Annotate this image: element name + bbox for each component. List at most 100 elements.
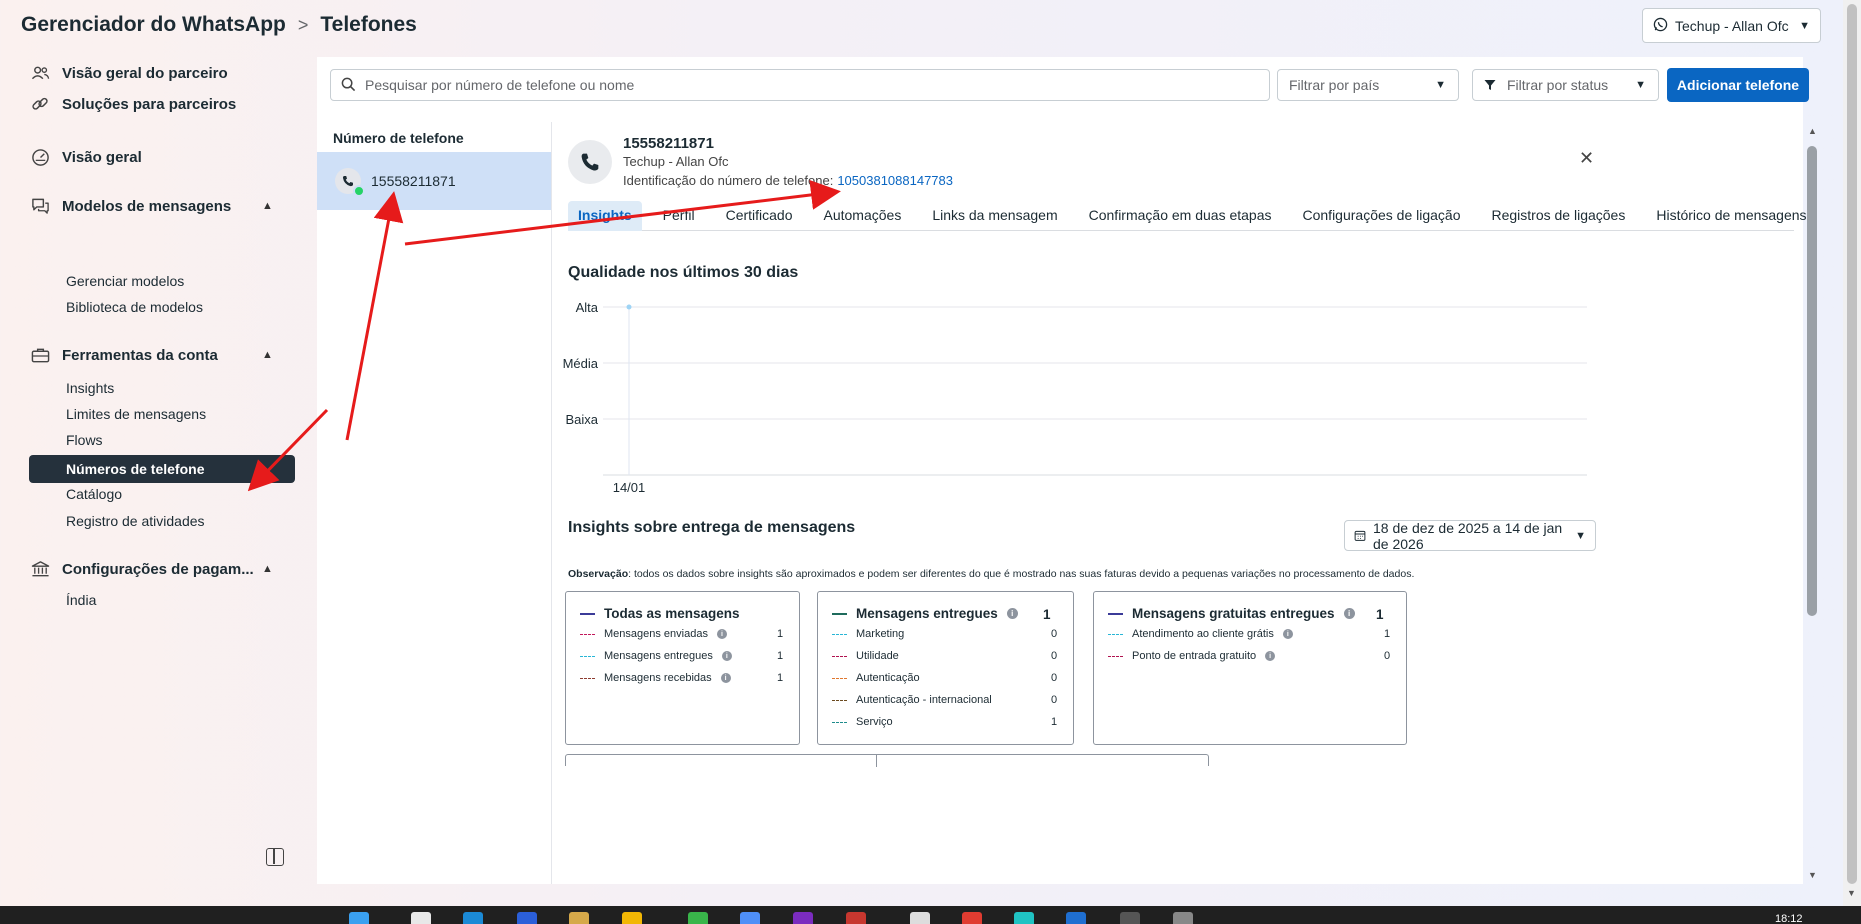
info-icon[interactable]: i — [720, 673, 731, 683]
window-scrollbar[interactable]: ▼ — [1843, 0, 1861, 906]
sidebar-item-india[interactable]: Índia — [66, 592, 96, 608]
app-icon[interactable] — [569, 912, 589, 924]
legend-dash — [1108, 633, 1123, 635]
sidebar-group-payment-settings[interactable]: Configurações de pagam... ▲ — [30, 559, 273, 579]
date-range-picker[interactable]: 18 de dez de 2025 a 14 de jan de 2026 ▼ — [1344, 519, 1596, 552]
tab-automations[interactable]: Automações — [814, 201, 912, 231]
sidebar-item-insights[interactable]: Insights — [66, 380, 114, 396]
window-scrollbar-thumb[interactable] — [1847, 4, 1857, 884]
briefcase-icon — [30, 345, 50, 365]
scroll-up-icon[interactable]: ▲ — [1808, 126, 1817, 136]
card-row-label: Serviço — [856, 716, 893, 728]
filter-status-select[interactable]: Filtrar por status ▼ — [1472, 69, 1659, 101]
sidebar-item-flows[interactable]: Flows — [66, 432, 103, 448]
card-row: Mensagens entregues i — [580, 650, 732, 662]
app-icon[interactable] — [1173, 912, 1193, 924]
app-icon[interactable] — [1066, 912, 1086, 924]
account-selector[interactable]: Techup - Allan Ofc ▼ — [1642, 8, 1821, 43]
sidebar-group-message-templates[interactable]: Modelos de mensagens ▲ — [30, 196, 273, 216]
tab-two-step-verification[interactable]: Confirmação em duas etapas — [1079, 201, 1282, 231]
legend-line — [580, 612, 595, 615]
legend-dash — [580, 677, 595, 679]
tab-profile[interactable]: Perfil — [653, 201, 705, 231]
caret-down-icon: ▼ — [1799, 19, 1810, 32]
detail-display-name: Techup - Allan Ofc — [623, 154, 729, 169]
app-icon[interactable] — [1014, 912, 1034, 924]
page-title: Telefones — [320, 13, 417, 36]
close-icon[interactable]: ✕ — [1579, 148, 1594, 169]
card-row: Atendimento ao cliente grátis i — [1108, 628, 1293, 640]
card-title: Todas as mensagens — [580, 606, 740, 621]
tab-message-links[interactable]: Links da mensagem — [922, 201, 1067, 231]
add-phone-button[interactable]: Adicionar telefone — [1667, 68, 1809, 102]
phone-list-item[interactable]: 15558211871 — [317, 152, 551, 210]
info-icon[interactable]: i — [1006, 608, 1018, 619]
legend-dash — [832, 721, 847, 723]
scroll-down-icon[interactable]: ▼ — [1847, 888, 1856, 898]
search-placeholder: Pesquisar por número de telefone ou nome — [365, 77, 635, 93]
sidebar-item-catalog[interactable]: Catálogo — [66, 486, 122, 502]
info-icon[interactable]: i — [1343, 608, 1355, 619]
breadcrumb-app-title[interactable]: Gerenciador do WhatsApp — [21, 13, 286, 37]
sidebar-group-account-tools[interactable]: Ferramentas da conta ▲ — [30, 345, 273, 365]
start-icon[interactable] — [349, 912, 369, 924]
sidebar-item-phone-numbers[interactable]: Números de telefone — [29, 455, 295, 483]
legend-line — [1108, 612, 1123, 615]
sidebar-item-overview[interactable]: Visão geral — [30, 147, 142, 167]
tab-call-settings[interactable]: Configurações de ligação — [1293, 201, 1471, 231]
detail-phone-number: 15558211871 — [623, 135, 714, 152]
taskbar-clock: 18:12 — [1775, 913, 1803, 924]
tab-certificate[interactable]: Certificado — [716, 201, 803, 231]
scroll-down-icon[interactable]: ▼ — [1808, 870, 1817, 880]
app-icon[interactable] — [910, 912, 930, 924]
info-icon[interactable]: i — [716, 629, 727, 639]
app-icon[interactable] — [740, 912, 760, 924]
sidebar-item-partner-overview[interactable]: Visão geral do parceiro — [30, 63, 228, 83]
legend-dash — [1108, 655, 1123, 657]
filter-country-select[interactable]: Filtrar por país ▼ — [1277, 69, 1459, 101]
card-row-value: 1 — [777, 628, 784, 640]
app-icon[interactable] — [517, 912, 537, 924]
card-row: Marketing — [832, 628, 904, 640]
content-scrollbar[interactable]: ▲ ▼ — [1805, 126, 1819, 882]
top-bar: Gerenciador do WhatsApp > Telefones Tech… — [0, 0, 1861, 50]
tab-call-logs[interactable]: Registros de ligações — [1482, 201, 1636, 231]
card-title-text: Mensagens entregues — [856, 606, 998, 621]
detail-phone-id-link[interactable]: 1050381088147783 — [837, 173, 953, 188]
tab-insights[interactable]: Insights — [568, 201, 642, 231]
chevron-up-icon: ▲ — [262, 563, 273, 575]
app-icon[interactable] — [688, 912, 708, 924]
app-icon[interactable] — [793, 912, 813, 924]
app-icon[interactable] — [1120, 912, 1140, 924]
card-row-value: 0 — [1051, 694, 1058, 706]
app-icon[interactable] — [411, 912, 431, 924]
sidebar-group-label: Modelos de mensagens — [62, 197, 232, 215]
sidebar-item-message-limits[interactable]: Limites de mensagens — [66, 406, 206, 422]
taskbar: 18:12 — [0, 906, 1861, 924]
legend-dash — [580, 633, 595, 635]
card-row: Autenticação - internacional — [832, 694, 992, 706]
sidebar-collapse-icon[interactable] — [266, 848, 284, 866]
info-icon[interactable]: i — [1282, 629, 1293, 639]
date-range-label: 18 de dez de 2025 a 14 de jan de 2026 — [1373, 519, 1563, 552]
card-row-value: 1 — [1051, 716, 1058, 728]
sidebar-item-manage-templates[interactable]: Gerenciar modelos — [66, 273, 184, 289]
info-icon[interactable]: i — [1265, 651, 1276, 661]
breadcrumb-separator: > — [297, 14, 309, 35]
filter-country-label: Filtrar por país — [1289, 77, 1380, 93]
app-icon[interactable] — [622, 912, 642, 924]
caret-down-icon: ▼ — [1635, 79, 1646, 91]
app-icon[interactable] — [463, 912, 483, 924]
chevron-up-icon: ▲ — [262, 349, 273, 361]
sidebar-item-activity-log[interactable]: Registro de atividades — [66, 513, 205, 529]
sidebar-group-label: Configurações de pagam... — [62, 560, 254, 578]
search-input[interactable]: Pesquisar por número de telefone ou nome — [330, 69, 1270, 101]
sidebar-item-partner-solutions[interactable]: Soluções para parceiros — [30, 94, 236, 114]
scrollbar-thumb[interactable] — [1807, 146, 1817, 616]
card-all-messages: Todas as mensagens Mensagens enviadas i 1 Me… — [565, 591, 800, 745]
app-icon[interactable] — [846, 912, 866, 924]
info-icon[interactable]: i — [721, 651, 732, 661]
sidebar-item-template-library[interactable]: Biblioteca de modelos — [66, 299, 203, 315]
tab-message-history[interactable]: Histórico de mensagens — [1646, 201, 1816, 231]
app-icon[interactable] — [962, 912, 982, 924]
